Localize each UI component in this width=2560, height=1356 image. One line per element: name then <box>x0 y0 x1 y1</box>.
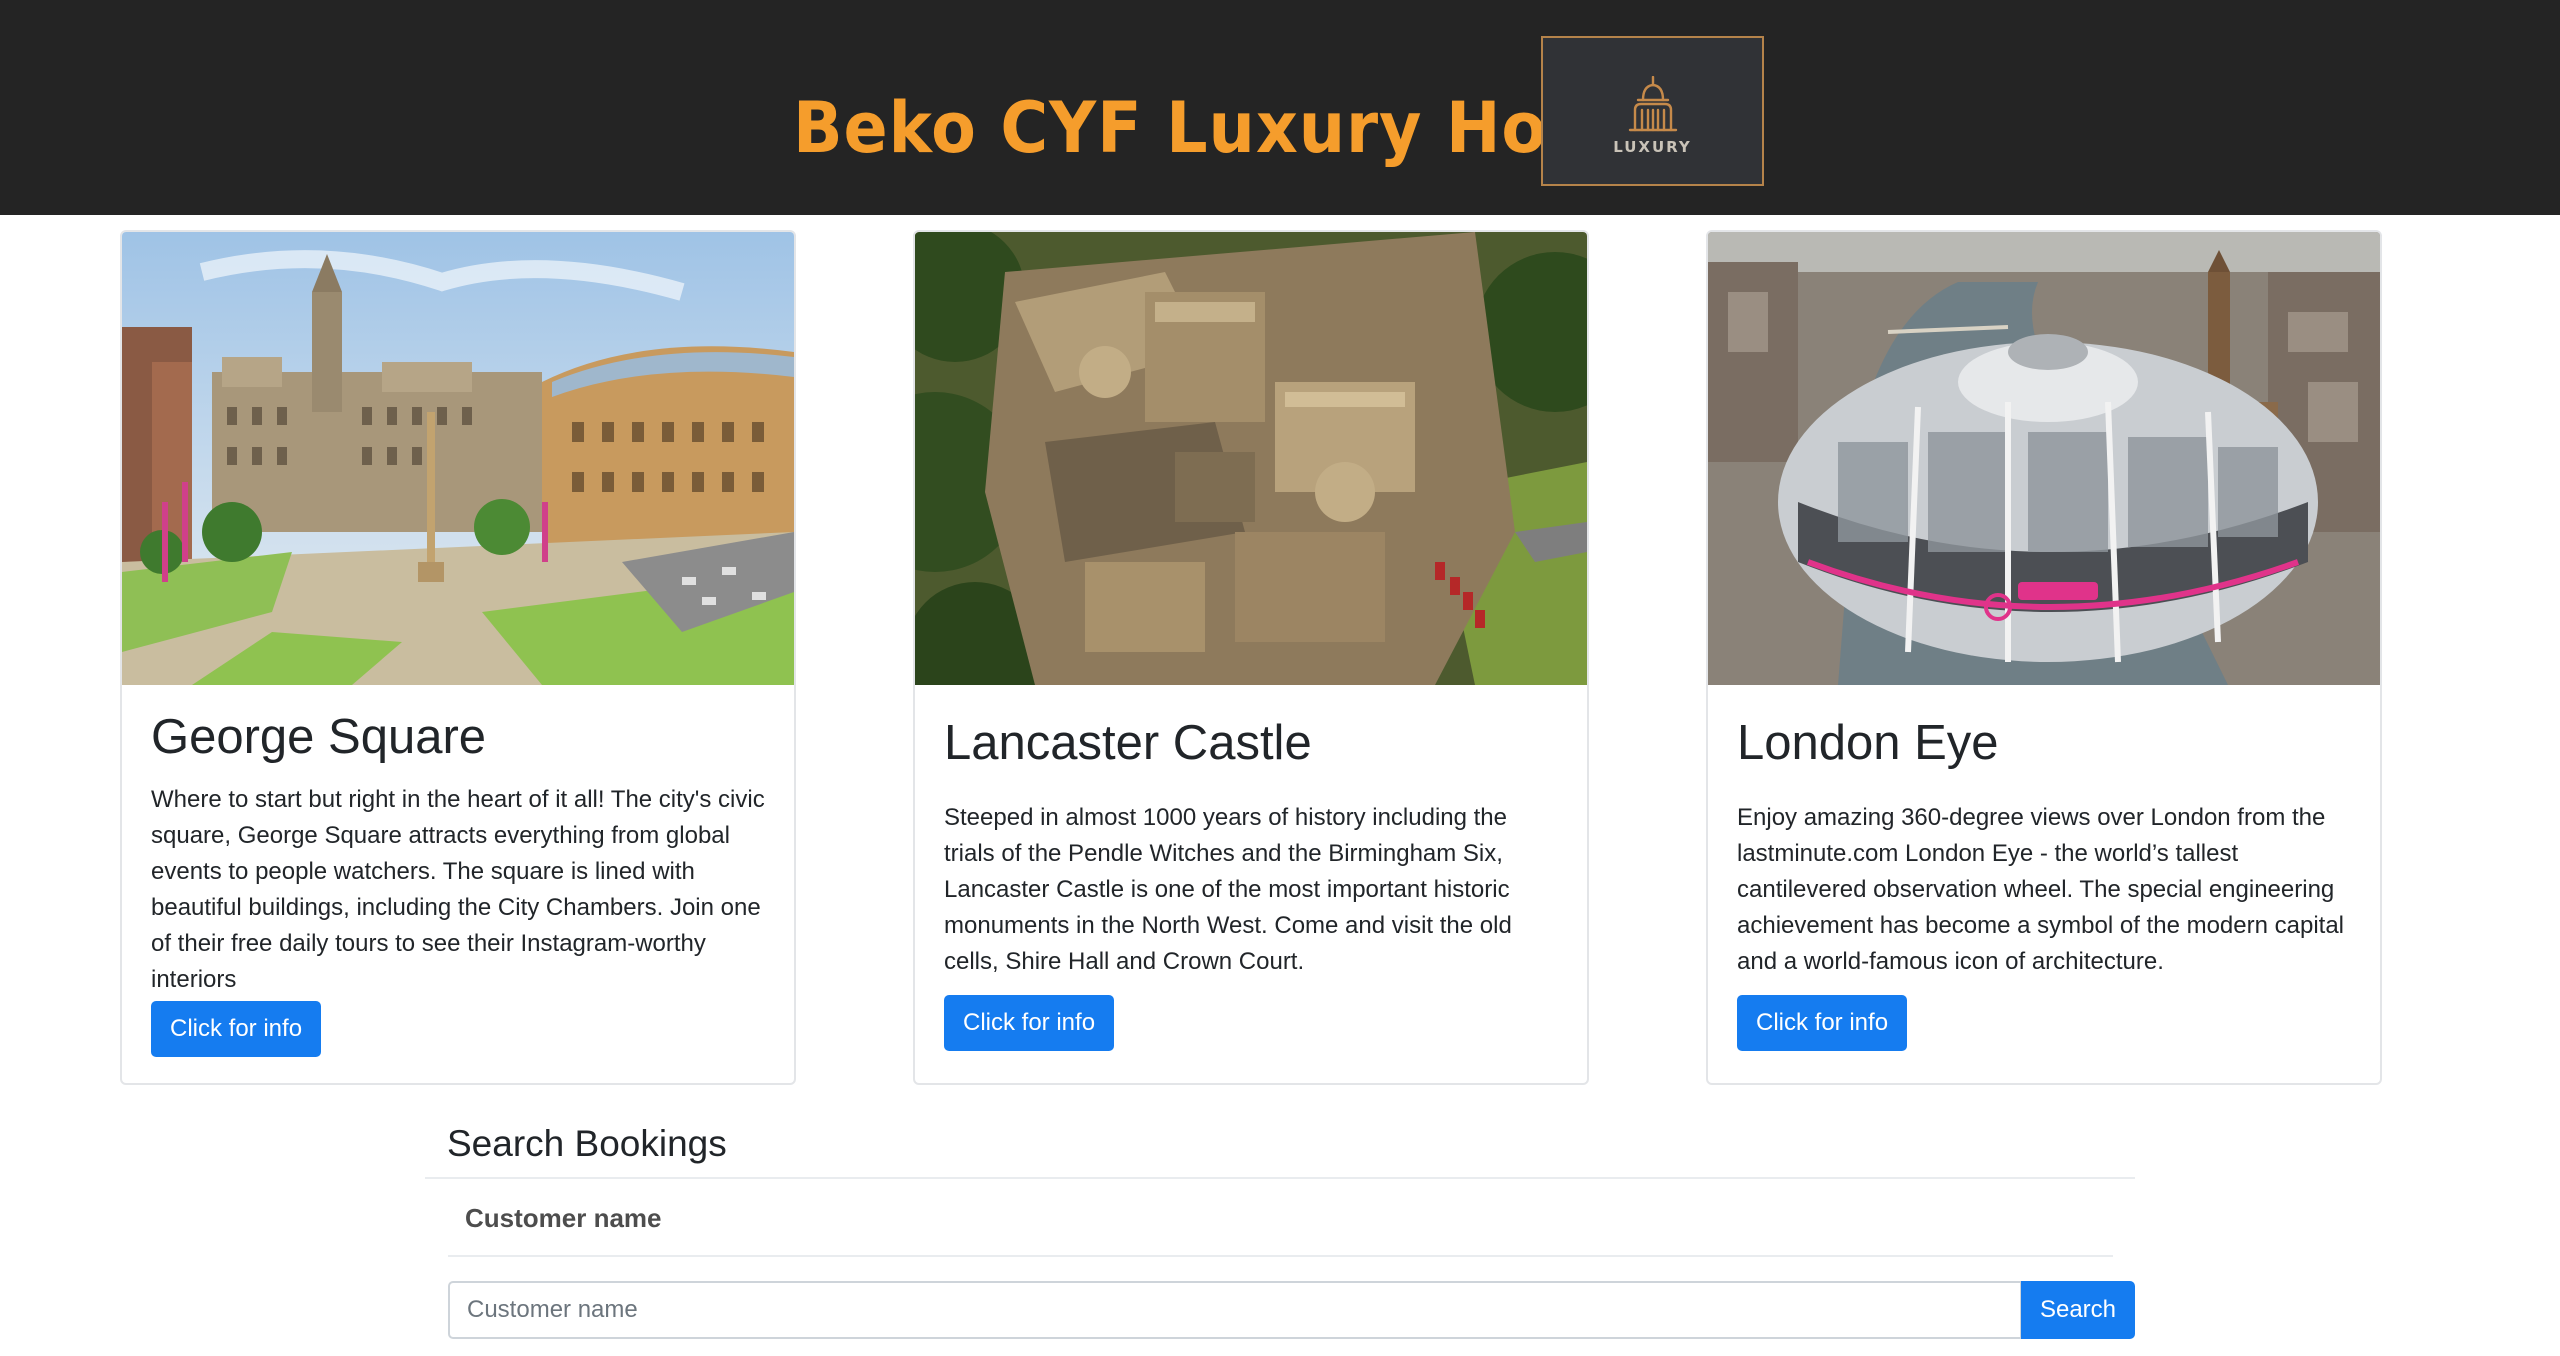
card-title: Lancaster Castle <box>944 716 1312 770</box>
search-bookings-heading: Search Bookings <box>447 1123 727 1164</box>
logo-text: LUXURY <box>1613 138 1692 156</box>
lancaster-castle-image <box>915 232 1587 685</box>
attraction-card-london-eye: London Eye Enjoy amazing 360-degree view… <box>1706 230 2382 1085</box>
george-square-info-button[interactable]: Click for info <box>151 1001 322 1057</box>
customer-name-input[interactable] <box>448 1281 2022 1339</box>
card-description: Enjoy amazing 360-degree views over Lond… <box>1737 804 2344 975</box>
attraction-card-lancaster-castle: Lancaster Castle Steeped in almost 1000 … <box>913 230 1589 1085</box>
customer-name-label: Customer name <box>465 1203 662 1233</box>
card-title: London Eye <box>1737 716 1999 770</box>
luxury-logo: LUXURY <box>1541 36 1764 186</box>
london-eye-info-button[interactable]: Click for info <box>1737 995 1908 1051</box>
divider <box>448 1255 2113 1257</box>
site-header: Beko CYF Luxury Hotel LUXURY <box>0 0 2560 215</box>
attraction-card-george-square: George Square Where to start but right i… <box>120 230 796 1085</box>
london-eye-image <box>1708 232 2380 685</box>
card-description: Steeped in almost 1000 years of history … <box>944 804 1512 975</box>
search-button[interactable]: Search <box>2021 1281 2135 1339</box>
card-description: Where to start but right in the heart of… <box>151 786 765 993</box>
card-title: George Square <box>151 710 487 764</box>
lancaster-castle-info-button[interactable]: Click for info <box>944 995 1115 1051</box>
hotel-title: Beko CYF Luxury Hotel <box>793 87 1648 169</box>
building-icon <box>1628 76 1678 132</box>
divider <box>425 1177 2135 1179</box>
george-square-image <box>122 232 794 685</box>
